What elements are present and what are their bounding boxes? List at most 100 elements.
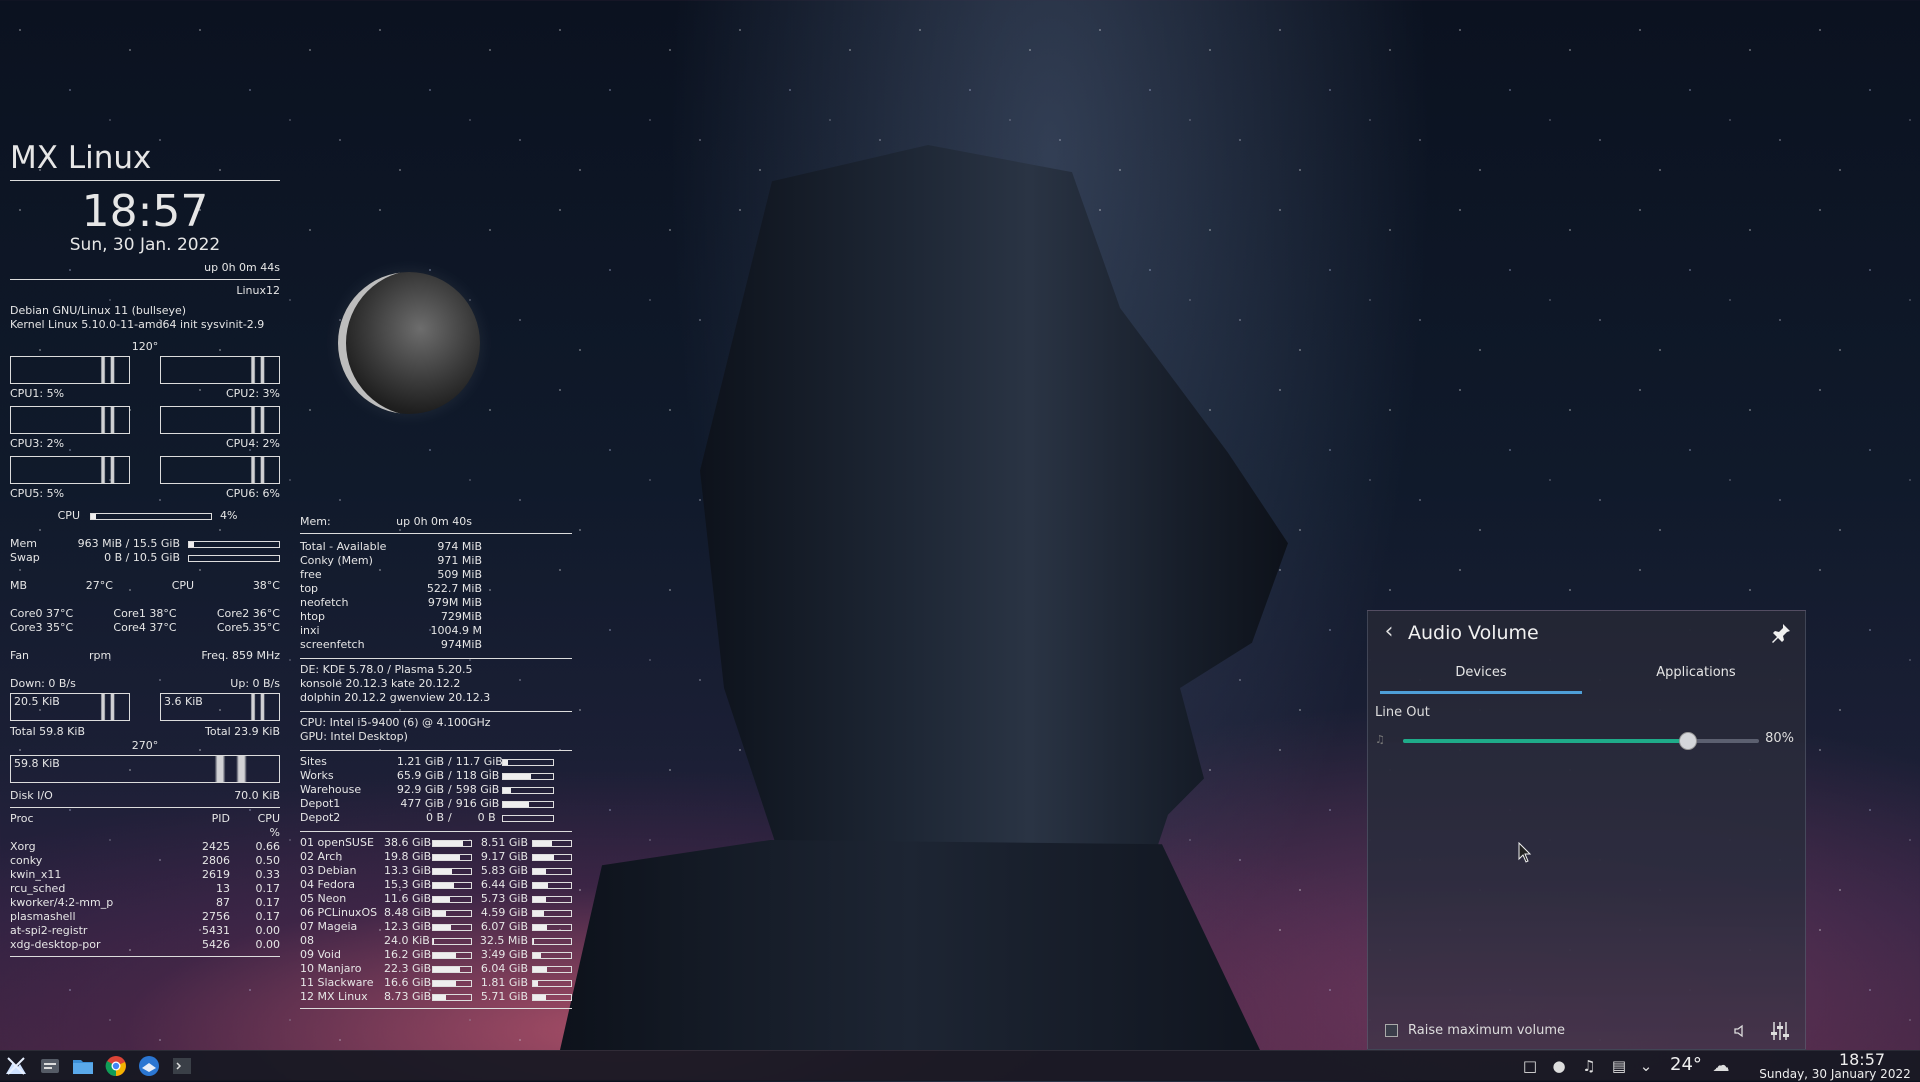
process-row: plasmashell 2756 0.17 <box>10 910 280 924</box>
tab-devices[interactable]: Devices <box>1380 661 1582 694</box>
distro-title: MX Linux <box>10 140 152 176</box>
process-pid: 2425 <box>202 840 230 853</box>
upload-graph-label: 3.6 KiB <box>164 695 203 708</box>
cpu-total-value: 4% <box>220 509 238 522</box>
app-launcher-icon[interactable] <box>38 1054 62 1078</box>
root-partition-used: 13.3 GiB <box>384 864 432 877</box>
proc-header-name: Proc <box>10 812 34 825</box>
file-manager-icon[interactable] <box>71 1054 95 1078</box>
home-partition-bar <box>532 854 572 861</box>
root-partition-bar-fill <box>433 855 460 860</box>
back-arrow-icon[interactable]: ‹ <box>1378 621 1400 645</box>
speaker-icon[interactable] <box>1731 1021 1751 1041</box>
disk-used: 92.9 GiB <box>396 783 444 796</box>
process-cpu: 0.33 <box>255 868 281 881</box>
home-partition-bar-fill <box>533 855 554 860</box>
thunderbird-icon[interactable] <box>137 1054 161 1078</box>
root-partition-bar <box>432 840 472 847</box>
cpu2-label: CPU2: 3% <box>225 387 280 400</box>
volume-slider-handle[interactable] <box>1678 732 1697 750</box>
divider <box>300 831 572 832</box>
disk-row: Depot2 0 B / 0 B <box>300 811 572 825</box>
disk-usage-bar-fill <box>502 788 511 793</box>
clipboard-icon[interactable]: □ <box>1521 1057 1539 1075</box>
root-partition-used: 15.3 GiB <box>384 878 432 891</box>
tray-expand-chevron-icon[interactable]: ⌄ <box>1637 1057 1655 1075</box>
memory-usage-row: htop 729MiB <box>300 610 572 624</box>
taskbar-clock-date[interactable]: Sunday, 30 January 2022 <box>1750 1067 1920 1081</box>
mixer-settings-icon[interactable] <box>1769 1019 1791 1043</box>
notifications-icon[interactable]: ● <box>1550 1057 1568 1075</box>
angle-label-bottom: 270° <box>131 739 159 752</box>
process-pid: 2619 <box>202 868 230 881</box>
panel-header: ‹ Audio Volume <box>1368 611 1805 657</box>
raise-max-volume-checkbox[interactable] <box>1385 1024 1398 1037</box>
process-name: Xorg <box>10 840 36 853</box>
process-row: kworker/4:2-mm_p 87 0.17 <box>10 896 280 910</box>
distro-name: 10 Manjaro <box>300 962 362 975</box>
process-cpu: 0.50 <box>255 854 281 867</box>
freq-label: Freq. 859 MHz <box>201 649 280 662</box>
divider <box>10 956 280 957</box>
home-partition-used: 9.17 GiB <box>480 850 528 863</box>
home-partition-bar-fill <box>533 939 535 944</box>
proc-header-cpu: CPU <box>257 812 280 825</box>
home-partition-bar <box>532 924 572 931</box>
distro-partition-row: 05 Neon 11.6 GiB 5.73 GiB <box>300 892 572 906</box>
distro-name: 07 Mageia <box>300 920 358 933</box>
os-name: Debian GNU/Linux 11 (bullseye) <box>10 304 187 317</box>
disk-total: 0 B <box>477 811 496 824</box>
weather-cloud-icon[interactable]: ☁ <box>1712 1057 1730 1075</box>
download-graph-label: 20.5 KiB <box>14 695 60 708</box>
cpu-row: CPU3: 2% CPU4: 2% <box>10 437 280 451</box>
core5-temp: Core5 35°C <box>216 621 280 634</box>
distro-partition-row: 08 24.0 KiB 32.5 MiB <box>300 934 572 948</box>
process-row: rcu_sched 13 0.17 <box>10 882 280 896</box>
disk-total: 916 GiB <box>455 797 500 810</box>
volume-slider[interactable] <box>1403 732 1759 750</box>
cpu2-graph <box>160 356 280 384</box>
memory-usage-label: Conky (Mem) <box>300 554 373 567</box>
distro-name: 04 Fedora <box>300 878 355 891</box>
network-tray-icon[interactable]: ▤ <box>1610 1057 1628 1075</box>
core-temps-row: Core3 35°C Core4 37°C Core5 35°C <box>10 621 280 635</box>
divider <box>300 1008 572 1009</box>
cpu3-label: CPU3: 2% <box>10 437 65 450</box>
terminal-icon[interactable] <box>170 1054 194 1078</box>
root-partition-bar <box>432 952 472 959</box>
process-name: rcu_sched <box>10 882 66 895</box>
root-partition-bar <box>432 854 472 861</box>
disk-row: Depot1 477 GiB / 916 GiB <box>300 797 572 811</box>
divider <box>300 533 572 534</box>
process-pid: 5426 <box>202 938 230 951</box>
pin-icon[interactable] <box>1769 621 1793 645</box>
mx-start-menu-icon[interactable] <box>4 1054 28 1078</box>
disk-row: Works 65.9 GiB / 118 GiB <box>300 769 572 783</box>
mem-header-label: Mem: <box>300 515 331 528</box>
cpu4-graph <box>160 406 280 434</box>
distro-name: 01 openSUSE <box>300 836 374 849</box>
tab-applications[interactable]: Applications <box>1594 661 1798 691</box>
mx-logo-graphic <box>6 1057 26 1075</box>
core4-temp: Core4 37°C <box>113 621 177 634</box>
home-partition-used: 1.81 GiB <box>480 976 528 989</box>
disk-io-graph: 59.8 KiB <box>10 755 280 783</box>
memory-usage-label: screenfetch <box>300 638 365 651</box>
home-partition-bar-fill <box>533 953 542 958</box>
distro-name: 12 MX Linux <box>300 990 368 1003</box>
divider <box>10 807 280 808</box>
weather-temperature[interactable]: 24° <box>1670 1054 1702 1075</box>
network-row: Down: 0 B/s Up: 0 B/s <box>10 677 280 691</box>
download-graph: 20.5 KiB <box>10 693 130 721</box>
chrome-browser-icon[interactable] <box>104 1054 128 1078</box>
apps-line2: dolphin 20.12.2 gwenview 20.12.3 <box>300 691 491 704</box>
process-row: conky 2806 0.50 <box>10 854 280 868</box>
volume-tray-icon[interactable]: ♫ <box>1580 1057 1598 1075</box>
swap-row: Swap 0 B / 10.5 GiB <box>10 551 280 565</box>
speaker-muted-icon[interactable]: ♫ <box>1375 733 1389 747</box>
home-partition-bar <box>532 966 572 973</box>
home-partition-used: 5.71 GiB <box>480 990 528 1003</box>
fan-row: Fan rpm Freq. 859 MHz <box>10 649 280 663</box>
distro-name: 05 Neon <box>300 892 347 905</box>
memory-usage-label: free <box>300 568 322 581</box>
